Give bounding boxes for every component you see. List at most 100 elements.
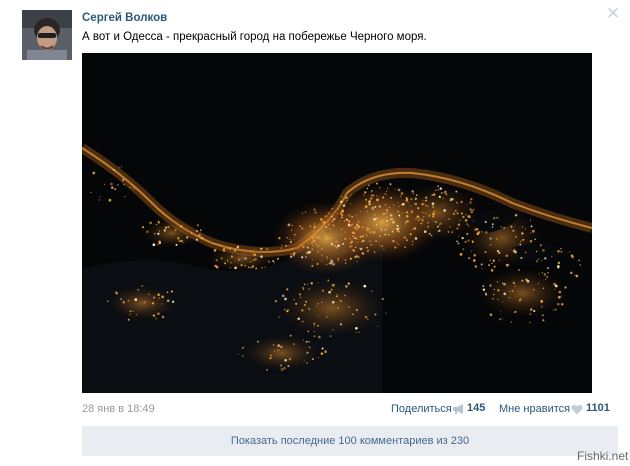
city-light	[340, 228, 342, 230]
city-light	[253, 249, 255, 251]
city-light	[484, 251, 487, 254]
city-light	[276, 257, 280, 260]
city-light	[308, 288, 311, 291]
city-light	[552, 309, 554, 311]
city-light	[537, 258, 540, 260]
city-light	[424, 199, 427, 202]
city-light	[307, 341, 309, 343]
city-light	[135, 313, 138, 316]
city-light	[309, 225, 312, 227]
city-light	[466, 203, 468, 205]
city-light	[511, 290, 514, 292]
city-light	[321, 247, 323, 249]
city-light	[270, 354, 273, 357]
city-light	[391, 231, 394, 233]
city-light	[98, 199, 100, 201]
city-light	[344, 238, 347, 240]
post-photo[interactable]	[82, 53, 592, 393]
city-light	[137, 288, 140, 291]
city-light	[457, 223, 461, 226]
city-light	[386, 220, 389, 222]
city-light	[470, 250, 473, 252]
city-light	[134, 298, 138, 301]
city-light	[470, 198, 473, 201]
city-light	[350, 240, 354, 244]
city-light	[335, 295, 338, 298]
megaphone-icon[interactable]	[452, 403, 466, 415]
close-icon[interactable]: ×	[606, 5, 620, 22]
city-light	[530, 232, 532, 234]
city-light	[261, 266, 263, 269]
city-light	[323, 235, 326, 237]
city-light	[283, 367, 286, 370]
city-light	[308, 307, 310, 309]
city-light	[151, 302, 155, 305]
post-date[interactable]: 28 янв в 18:49	[82, 403, 155, 415]
city-light	[416, 215, 420, 219]
city-light	[290, 254, 292, 256]
city-light	[321, 260, 323, 262]
city-light	[349, 257, 352, 260]
author-name-link[interactable]: Сергей Волков	[82, 12, 167, 24]
city-light	[321, 289, 325, 292]
city-light	[543, 273, 546, 276]
city-light	[142, 226, 145, 229]
city-light	[317, 281, 319, 283]
city-light	[317, 250, 320, 253]
heart-icon[interactable]	[571, 404, 583, 415]
city-light	[547, 267, 549, 269]
city-light	[364, 315, 368, 319]
city-light	[247, 266, 250, 269]
city-light	[371, 290, 373, 292]
city-light	[471, 241, 474, 243]
city-light	[328, 262, 331, 265]
city-light	[190, 232, 193, 235]
city-light	[537, 283, 539, 285]
city-light	[298, 293, 302, 296]
city-light	[332, 219, 334, 221]
city-light	[299, 296, 302, 299]
city-light	[316, 324, 319, 327]
city-light	[578, 259, 581, 262]
city-light	[437, 188, 440, 191]
city-light	[502, 282, 504, 284]
city-light	[475, 227, 479, 231]
city-light	[481, 231, 483, 233]
city-light	[303, 283, 306, 286]
city-light	[431, 234, 433, 237]
city-light	[291, 229, 293, 231]
city-light	[249, 250, 252, 253]
like-button[interactable]: Мне нравится	[499, 403, 570, 415]
city-light	[288, 357, 292, 361]
city-light	[345, 218, 348, 221]
city-light	[433, 193, 436, 196]
city-light	[132, 310, 134, 313]
city-light	[372, 194, 375, 197]
city-light	[514, 285, 517, 288]
author-avatar[interactable]	[22, 10, 72, 60]
city-light	[301, 212, 303, 214]
city-light	[146, 230, 149, 233]
show-comments-button[interactable]: Показать последние 100 комментариев из 2…	[82, 426, 618, 456]
city-light	[546, 276, 548, 278]
city-light	[274, 350, 276, 352]
city-light	[473, 254, 476, 257]
share-count: 145	[467, 402, 486, 414]
city-light	[312, 259, 314, 261]
share-button[interactable]: Поделиться	[391, 403, 452, 415]
city-light	[277, 349, 280, 352]
city-light	[361, 235, 364, 238]
city-light	[241, 347, 243, 349]
city-light	[338, 208, 340, 210]
city-light	[155, 223, 158, 226]
city-light	[351, 245, 353, 247]
city-light	[255, 267, 258, 270]
city-light	[340, 195, 343, 198]
city-light	[464, 219, 468, 222]
city-light	[341, 216, 343, 219]
city-light	[306, 351, 309, 354]
city-light	[392, 228, 395, 231]
city-light	[324, 215, 327, 218]
city-light	[114, 188, 117, 191]
city-light	[428, 232, 431, 235]
